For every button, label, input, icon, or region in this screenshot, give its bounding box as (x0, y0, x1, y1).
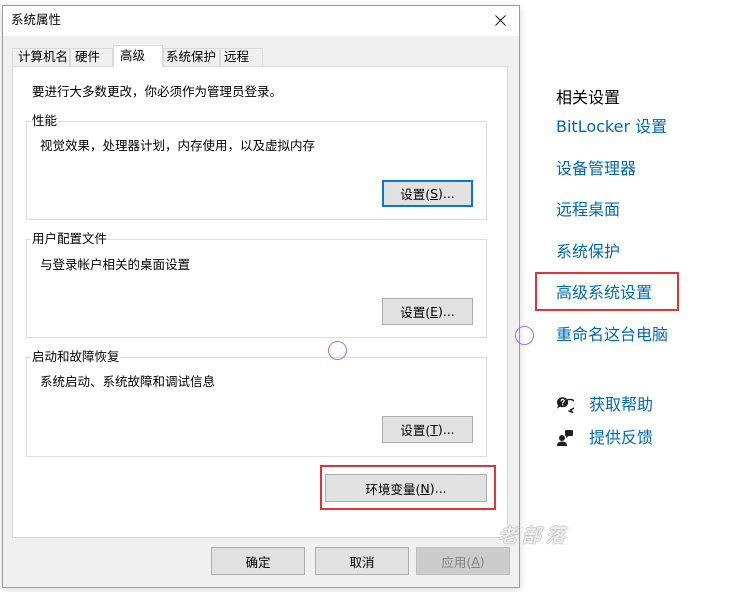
apply-button[interactable]: 应用(A) (416, 547, 510, 575)
get-help-label: 获取帮助 (589, 395, 654, 414)
dialog-title: 系统属性 (11, 12, 62, 27)
environment-variables-button[interactable]: 环境变量(N)... (325, 474, 487, 502)
link-remote-desktop[interactable]: 远程桌面 (556, 200, 668, 220)
give-feedback-link[interactable]: 提供反馈 (556, 428, 676, 448)
link-rename-this-pc[interactable]: 重命名这台电脑 (556, 325, 668, 345)
group-performance: 性能 视觉效果，处理器计划，内存使用，以及虚拟内存 设置(S)... (26, 113, 487, 220)
close-icon (494, 14, 506, 26)
admin-notice: 要进行大多数更改，你必须作为管理员登录。 (32, 84, 283, 99)
group-user-profiles: 用户配置文件 与登录帐户相关的桌面设置 设置(E)... (26, 231, 487, 338)
system-properties-dialog: 系统属性 计算机名 硬件 高级 系统保护 远程 要进行大多数更改，你必须作为管理… (2, 5, 520, 588)
link-bitlocker-settings[interactable]: BitLocker 设置 (556, 117, 668, 137)
close-button[interactable] (482, 6, 518, 34)
group-startup-recovery: 启动和故障恢复 系统启动、系统故障和调试信息 设置(T)... (26, 349, 487, 457)
group-description-startup-recovery: 系统启动、系统故障和调试信息 (40, 374, 216, 389)
ok-button[interactable]: 确定 (211, 547, 305, 575)
group-title-user-profiles: 用户配置文件 (31, 231, 109, 247)
user-profiles-settings-button[interactable]: 设置(E)... (382, 298, 473, 325)
related-settings-heading: 相关设置 (556, 88, 621, 107)
link-advanced-system-settings[interactable]: 高级系统设置 (556, 283, 668, 303)
startup-recovery-settings-button[interactable]: 设置(T)... (382, 416, 473, 443)
tab-advanced[interactable]: 高级 (113, 45, 163, 67)
group-description-user-profiles: 与登录帐户相关的桌面设置 (40, 257, 191, 272)
give-feedback-label: 提供反馈 (589, 428, 654, 447)
tab-panel-advanced: 要进行大多数更改，你必须作为管理员登录。 性能 视觉效果，处理器计划，内存使用，… (12, 66, 508, 538)
cancel-button[interactable]: 取消 (315, 547, 409, 575)
related-settings-links: BitLocker 设置 设备管理器 远程桌面 系统保护 高级系统设置 重命名这… (556, 117, 668, 345)
tab-computer-name[interactable]: 计算机名 (12, 48, 70, 66)
get-help-icon (557, 397, 574, 414)
link-system-protection[interactable]: 系统保护 (556, 242, 668, 262)
tab-hardware[interactable]: 硬件 (70, 48, 113, 66)
give-feedback-icon (557, 430, 573, 446)
performance-settings-button[interactable]: 设置(S)... (382, 180, 473, 207)
group-description-performance: 视觉效果，处理器计划，内存使用，以及虚拟内存 (40, 138, 316, 153)
tab-remote[interactable]: 远程 (220, 48, 263, 66)
group-title-startup-recovery: 启动和故障恢复 (31, 349, 121, 365)
get-help-link[interactable]: 获取帮助 (556, 395, 676, 415)
link-device-manager[interactable]: 设备管理器 (556, 159, 668, 179)
dialog-title-bar[interactable]: 系统属性 (3, 6, 519, 36)
group-title-performance: 性能 (31, 113, 59, 129)
tab-system-protection[interactable]: 系统保护 (163, 48, 220, 66)
